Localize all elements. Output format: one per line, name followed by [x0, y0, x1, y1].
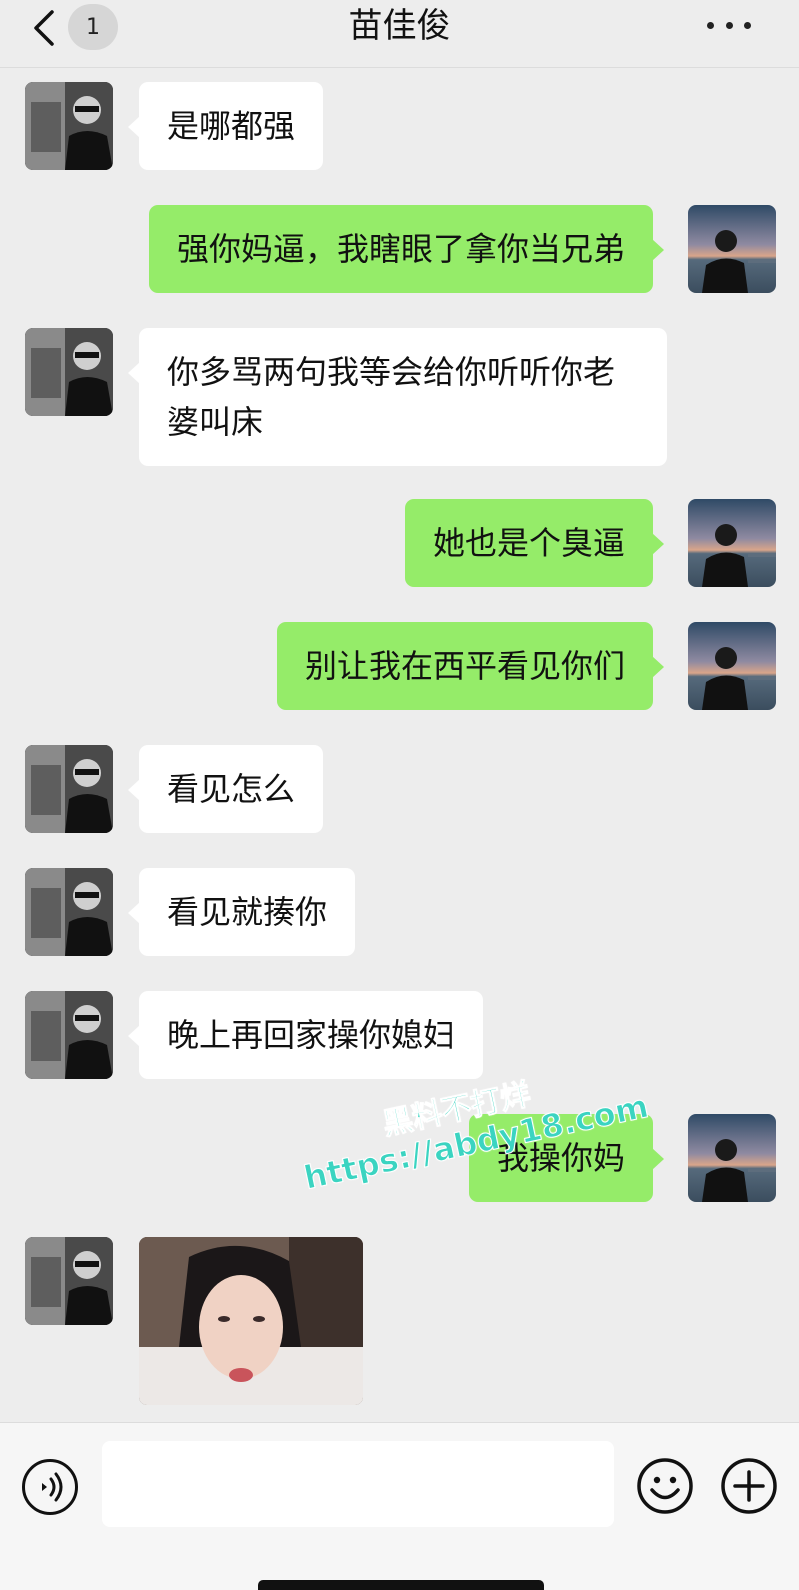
image-message[interactable] [139, 1237, 363, 1405]
message-bubble[interactable]: 晚上再回家操你媳妇 [127, 991, 484, 1079]
home-indicator [258, 1580, 544, 1590]
contact-avatar[interactable] [25, 1237, 113, 1325]
message-bubble[interactable]: 是哪都强 [127, 82, 324, 170]
contact-avatar-image [25, 991, 113, 1079]
contact-avatar[interactable] [25, 745, 113, 833]
contact-avatar[interactable] [25, 82, 113, 170]
message-bubble[interactable]: 你多骂两句我等会给你听听你老婆叫床 [128, 328, 667, 466]
contact-avatar-image [25, 82, 113, 170]
message-bubble[interactable]: 别让我在西平看见你们 [276, 622, 665, 710]
message-bubble[interactable]: 她也是个臭逼 [404, 499, 665, 587]
message-bubble[interactable]: 看见就揍你 [127, 868, 356, 956]
emoji-icon [637, 1458, 693, 1514]
contact-avatar-image [25, 745, 113, 833]
contact-avatar-image [25, 328, 113, 416]
my-avatar[interactable] [688, 205, 776, 293]
contact-avatar-image [25, 868, 113, 956]
my-avatar-image [702, 230, 776, 293]
my-avatar-image [702, 1139, 776, 1202]
emoji-button[interactable] [636, 1457, 694, 1515]
more-dots-icon [744, 21, 751, 29]
voice-icon [42, 1472, 63, 1502]
more-button[interactable] [707, 18, 751, 32]
message-input[interactable] [102, 1441, 614, 1527]
my-avatar[interactable] [688, 499, 776, 587]
message-list[interactable]: 是哪都强 强你妈逼，我瞎眼了拿你当兄弟 你多骂两句我等会给你听听你老婆叫床 她也… [0, 68, 799, 1422]
my-avatar-image [702, 524, 776, 587]
my-avatar[interactable] [688, 1114, 776, 1202]
my-avatar-image [702, 647, 776, 710]
my-avatar[interactable] [688, 622, 776, 710]
more-dots-icon [707, 21, 714, 29]
contact-avatar-image [25, 1237, 113, 1325]
message-bubble[interactable]: 强你妈逼，我瞎眼了拿你当兄弟 [148, 205, 665, 293]
image-message-photo [139, 1237, 363, 1405]
contact-avatar[interactable] [25, 991, 113, 1079]
input-bar [0, 1422, 799, 1590]
contact-avatar[interactable] [25, 328, 113, 416]
more-dots-icon [725, 21, 733, 29]
message-bubble[interactable]: 看见怎么 [127, 745, 324, 833]
chat-title: 苗佳俊 [348, 6, 451, 46]
message-bubble[interactable]: 我操你妈 [468, 1114, 665, 1202]
more-functions-button[interactable] [720, 1457, 778, 1515]
voice-button[interactable] [22, 1459, 78, 1515]
plus-icon [721, 1458, 777, 1514]
chat-header: 1 苗佳俊 [0, 0, 799, 68]
contact-avatar[interactable] [25, 868, 113, 956]
